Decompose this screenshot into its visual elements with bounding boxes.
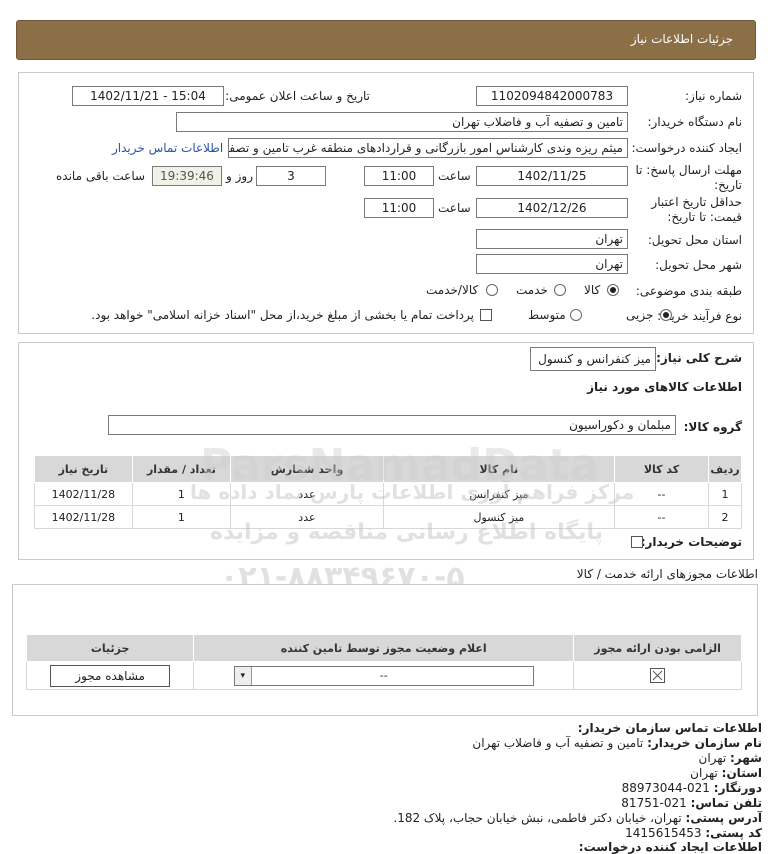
- city-label: شهر محل تحویل:: [655, 258, 742, 272]
- deadline-label-date: تاریخ:: [714, 178, 742, 192]
- goods-group-field: مبلمان و دکوراسیون: [108, 415, 676, 435]
- days-field: 3: [256, 166, 326, 186]
- contact-fax-label: دورنگار:: [713, 781, 762, 795]
- contact-phone-value: 021-81751: [621, 796, 687, 810]
- goods-group-label: گروه کالا:: [683, 420, 742, 434]
- creator-info-label: اطلاعات ایجاد کننده درخواست:: [578, 840, 762, 854]
- process-medium-label: متوسط: [528, 308, 566, 322]
- col-permit-details: جزئیات: [25, 634, 195, 662]
- contact-city: شهر: تهران: [699, 751, 762, 765]
- summary-field: میز کنفرانس و کنسول: [530, 347, 656, 371]
- table-row: ▾ -- مشاهده مجوز: [25, 661, 742, 690]
- watermark-line2: پایگاه اطلاع رسانی مناقصه و مزایده: [210, 520, 603, 545]
- watermark-line1: مرکز فراهم آوری اطلاعات پارس نماد داده ه…: [190, 480, 635, 504]
- city-field: تهران: [476, 254, 628, 274]
- contact-city-label: شهر:: [730, 751, 762, 765]
- buyer-notes-checkbox[interactable]: [631, 536, 643, 548]
- contact-phone: تلفن تماس: 021-81751: [621, 796, 762, 810]
- page-title: جزئیات اطلاعات نیاز: [630, 32, 733, 46]
- cell-date: 1402/11/28: [34, 482, 133, 506]
- cell-permit-details: مشاهده مجوز: [25, 661, 195, 690]
- treasury-payment-checkbox[interactable]: [480, 309, 492, 321]
- category-service-label: خدمت: [516, 283, 548, 297]
- days-label: روز و: [226, 169, 253, 183]
- category-label: طبقه بندی موضوعی:: [635, 284, 742, 298]
- col-permit-required: الزامی بودن ارائه مجوز: [573, 634, 742, 662]
- process-minor-radio[interactable]: [660, 309, 672, 321]
- creator-label: ایجاد کننده درخواست:: [631, 141, 742, 155]
- contact-province-label: استان:: [721, 766, 762, 780]
- buyer-contact-link[interactable]: اطلاعات تماس خریدار: [112, 141, 223, 155]
- process-medium-radio[interactable]: [570, 309, 582, 321]
- contact-province: استان: تهران: [690, 766, 762, 780]
- contact-address: آدرس پستی: تهران، خیابان دکتر فاطمی، نبش…: [393, 811, 762, 825]
- remaining-label: ساعت باقی مانده: [56, 169, 146, 183]
- dropdown-arrow-icon: ▾: [234, 666, 252, 685]
- contact-fax: دورنگار: 021-88973044: [622, 781, 762, 795]
- cell-permit-status: ▾ --: [193, 661, 575, 690]
- category-service-radio[interactable]: [554, 284, 566, 296]
- contact-org: نام سازمان خریدار: تامین و تصفیه آب و فا…: [472, 736, 762, 750]
- col-date: تاریخ نیاز: [34, 455, 133, 483]
- province-label: استان محل تحویل:: [647, 233, 742, 247]
- process-minor-label: جزیی: [626, 308, 654, 322]
- category-both-label: کالا/خدمت: [426, 283, 479, 297]
- col-permit-status: اعلام وضعیت مجوز توسط تامین کننده: [193, 634, 575, 662]
- province-field: تهران: [476, 229, 628, 249]
- permit-status-select[interactable]: ▾ --: [233, 665, 534, 686]
- cell-row: 2: [708, 505, 742, 529]
- deadline-label: مهلت ارسال پاسخ: تا: [635, 163, 742, 177]
- category-goods-label: کالا: [584, 283, 601, 297]
- contact-address-value: تهران، خیابان دکتر فاطمی، نبش خیابان حجا…: [393, 811, 682, 825]
- contact-address-label: آدرس پستی:: [685, 811, 762, 825]
- cell-row: 1: [708, 482, 742, 506]
- contact-org-label: نام سازمان خریدار:: [647, 736, 762, 750]
- announce-field: 1402/11/21 - 15:04: [72, 86, 224, 106]
- validity-date-field: 1402/12/26: [476, 198, 628, 218]
- summary-label: شرح کلی نیاز:: [656, 351, 742, 365]
- validity-label: حداقل تاریخ اعتبار: [651, 195, 742, 209]
- category-goods-radio[interactable]: [607, 284, 619, 296]
- remaining-time-field: 19:39:46: [152, 166, 222, 186]
- goods-info-title: اطلاعات کالاهای مورد نیاز: [587, 380, 742, 394]
- treasury-payment-note: پرداخت تمام یا بخشی از مبلغ خرید،از محل …: [91, 308, 474, 322]
- x-checkbox-icon: [650, 668, 666, 683]
- col-row: ردیف: [708, 455, 742, 483]
- contact-org-value: تامین و تصفیه آب و فاضلاب تهران: [472, 736, 644, 750]
- view-permit-button[interactable]: مشاهده مجوز: [50, 664, 171, 687]
- contact-fax-value: 021-88973044: [621, 781, 710, 795]
- contact-postal: کد پستی: 1415615453: [625, 826, 762, 840]
- buyer-org-field: تامین و تصفیه آب و فاضلاب تهران: [176, 112, 628, 132]
- deadline-date-field: 1402/11/25: [476, 166, 628, 186]
- page-header: جزئیات اطلاعات نیاز: [16, 20, 756, 60]
- buyer-notes-label: توضیحات خریدار:: [640, 535, 742, 549]
- permit-status-value: --: [379, 668, 388, 682]
- permits-title: اطلاعات مجوزهای ارائه خدمت / کالا: [576, 567, 758, 581]
- creator-field: میثم ریزه وندی کارشناس امور بازرگانی و ق…: [228, 138, 628, 158]
- need-number-label: شماره نیاز:: [685, 89, 742, 103]
- cell-code: --: [614, 505, 710, 529]
- permits-table: الزامی بودن ارائه مجوز اعلام وضعیت مجوز …: [25, 634, 742, 690]
- category-both-radio[interactable]: [486, 284, 498, 296]
- contact-phone-label: تلفن تماس:: [690, 796, 762, 810]
- validity-label-date: قیمت: تا تاریخ:: [667, 210, 742, 224]
- cell-date: 1402/11/28: [34, 505, 133, 529]
- deadline-time-label: ساعت: [438, 169, 471, 183]
- validity-time-label: ساعت: [438, 201, 471, 215]
- need-number-field: 1102094842000783: [476, 86, 628, 106]
- contact-title: اطلاعات تماس سازمان خریدار:: [577, 721, 762, 735]
- contact-city-value: تهران: [698, 751, 727, 765]
- buyer-org-label: نام دستگاه خریدار:: [647, 115, 743, 129]
- validity-time-field: 11:00: [364, 198, 434, 218]
- contact-postal-value: 1415615453: [625, 826, 702, 840]
- contact-province-value: تهران: [690, 766, 718, 780]
- deadline-time-field: 11:00: [364, 166, 434, 186]
- cell-permit-required: [573, 661, 742, 690]
- announce-label: تاریخ و ساعت اعلان عمومی:: [225, 89, 370, 103]
- col-code: کد کالا: [614, 455, 710, 483]
- contact-postal-label: کد پستی:: [705, 826, 762, 840]
